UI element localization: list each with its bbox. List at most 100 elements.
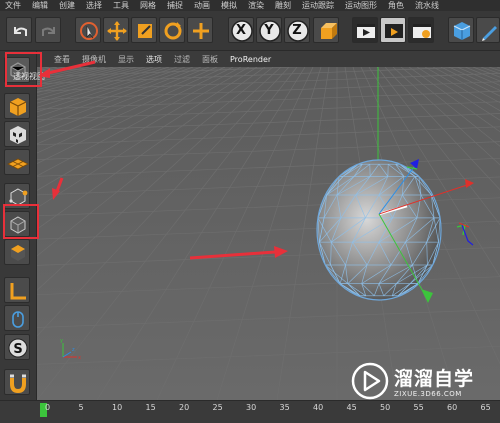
render-settings-icon xyxy=(409,18,435,44)
timeline-tick-label: 50 xyxy=(380,403,390,412)
move-icon xyxy=(104,18,130,44)
mouse-icon xyxy=(5,306,31,332)
svg-text:x: x xyxy=(78,355,81,361)
magnet-icon xyxy=(5,370,31,396)
timeline-tick-label: 35 xyxy=(280,403,290,412)
timeline-tick-label: 20 xyxy=(179,403,189,412)
menu-tools[interactable]: 工具 xyxy=(108,0,135,11)
rotate-button[interactable] xyxy=(159,17,185,43)
timeline-tick-label: 25 xyxy=(213,403,223,412)
y-axis-label: Y xyxy=(257,23,281,38)
viewport-menu-view[interactable]: 查看 xyxy=(48,54,76,65)
viewport-menu-filter[interactable]: 过滤 xyxy=(168,54,196,65)
magnet-button[interactable] xyxy=(4,369,30,395)
menu-select[interactable]: 选择 xyxy=(81,0,108,11)
timeline-tick-label: 15 xyxy=(146,403,156,412)
render-picture-button[interactable] xyxy=(380,17,406,43)
undo-button[interactable] xyxy=(6,17,32,43)
undo-icon xyxy=(7,18,33,44)
enable-axis-button[interactable] xyxy=(4,277,30,303)
svg-text:z: z xyxy=(72,347,75,353)
viewport-menu-prorender[interactable]: ProRender xyxy=(224,55,277,64)
workplane-mode-icon xyxy=(5,150,31,176)
render-view-button[interactable] xyxy=(352,17,378,43)
tweak-mode-button[interactable] xyxy=(4,305,30,331)
menu-sculpt[interactable]: 雕刻 xyxy=(270,0,297,11)
scale-button[interactable] xyxy=(131,17,157,43)
viewport-menu-options[interactable]: 选项 xyxy=(140,54,168,65)
watermark: 溜溜自学 ZIXUE.3D66.COM xyxy=(350,358,480,404)
menu-bar: 文件 编辑 创建 选择 工具 网格 捕捉 动画 模拟 渲染 雕刻 运动跟踪 运动… xyxy=(0,0,500,11)
svg-text:y: y xyxy=(60,338,63,344)
viewport-menu-display[interactable]: 显示 xyxy=(112,54,140,65)
cube-icon xyxy=(449,18,475,44)
viewport-menu-panel[interactable]: 面板 xyxy=(196,54,224,65)
timeline-tick-label: 65 xyxy=(481,403,491,412)
coordinate-system-icon xyxy=(314,18,340,44)
live-select-button[interactable] xyxy=(75,17,101,43)
x-axis-label: X xyxy=(229,23,253,38)
snap-icon: S xyxy=(5,335,31,361)
polygons-mode-icon xyxy=(5,240,31,266)
watermark-title: 溜溜自学 xyxy=(394,364,474,391)
z-axis-button[interactable]: Z xyxy=(284,17,310,43)
menu-simulate[interactable]: 模拟 xyxy=(216,0,243,11)
z-axis-label: Z xyxy=(285,23,309,38)
timeline-tick-label: 40 xyxy=(313,403,323,412)
redo-button[interactable] xyxy=(35,17,61,43)
render-settings-button[interactable] xyxy=(408,17,434,43)
highlight-box-editable xyxy=(5,52,42,87)
menu-pipeline[interactable]: 流水线 xyxy=(410,0,445,11)
timeline-tick-label: 0 xyxy=(45,403,50,412)
sphere-object[interactable] xyxy=(317,160,441,300)
rotate-icon xyxy=(160,18,186,44)
menu-render[interactable]: 渲染 xyxy=(243,0,270,11)
timeline-tick-label: 10 xyxy=(112,403,122,412)
move-button[interactable] xyxy=(103,17,129,43)
model-mode-icon xyxy=(5,94,31,120)
render-picture-icon xyxy=(381,18,407,44)
timeline-tick-label: 30 xyxy=(246,403,256,412)
menu-character[interactable]: 角色 xyxy=(383,0,410,11)
svg-text:S: S xyxy=(13,342,22,357)
cube-button[interactable] xyxy=(448,17,474,43)
live-select-icon xyxy=(76,18,102,44)
viewport-canvas[interactable]: y x z xyxy=(37,67,500,400)
render-view-icon xyxy=(353,18,379,44)
menu-motion-tracker[interactable]: 运动跟踪 xyxy=(297,0,340,11)
highlight-box-polygons xyxy=(3,204,39,239)
main-toolbar: X Y Z xyxy=(0,11,500,51)
polygons-mode-button[interactable] xyxy=(4,239,30,265)
coordinate-system-button[interactable] xyxy=(313,17,339,43)
menu-edit[interactable]: 编辑 xyxy=(27,0,54,11)
timeline-tick-label: 60 xyxy=(447,403,457,412)
model-mode-button[interactable] xyxy=(4,93,30,119)
play-logo-icon xyxy=(350,361,390,401)
viewport-menu: 查看 摄像机 显示 选项 过滤 面板 ProRender xyxy=(36,51,500,67)
texture-mode-icon xyxy=(5,122,31,148)
add-icon xyxy=(188,18,214,44)
menu-mesh[interactable]: 网格 xyxy=(135,0,162,11)
menu-file[interactable]: 文件 xyxy=(0,0,27,11)
enable-axis-icon xyxy=(5,278,31,304)
timeline-tick-label: 45 xyxy=(347,403,357,412)
perspective-viewport[interactable]: y x z xyxy=(37,67,500,400)
snap-button[interactable]: S xyxy=(4,334,30,360)
scale-icon xyxy=(132,18,158,44)
pen-icon xyxy=(477,18,500,44)
menu-mograph[interactable]: 运动图形 xyxy=(340,0,383,11)
x-axis-button[interactable]: X xyxy=(228,17,254,43)
menu-animate[interactable]: 动画 xyxy=(189,0,216,11)
menu-snap[interactable]: 捕捉 xyxy=(162,0,189,11)
watermark-subtitle: ZIXUE.3D66.COM xyxy=(394,390,462,398)
viewport-menu-camera[interactable]: 摄像机 xyxy=(76,54,112,65)
y-axis-button[interactable]: Y xyxy=(256,17,282,43)
pen-button[interactable] xyxy=(476,17,500,43)
texture-mode-button[interactable] xyxy=(4,121,30,147)
timeline-tick-label: 55 xyxy=(414,403,424,412)
menu-create[interactable]: 创建 xyxy=(54,0,81,11)
add-button[interactable] xyxy=(187,17,213,43)
redo-icon xyxy=(36,18,62,44)
timeline-tick-label: 5 xyxy=(79,403,84,412)
workplane-mode-button[interactable] xyxy=(4,149,30,175)
